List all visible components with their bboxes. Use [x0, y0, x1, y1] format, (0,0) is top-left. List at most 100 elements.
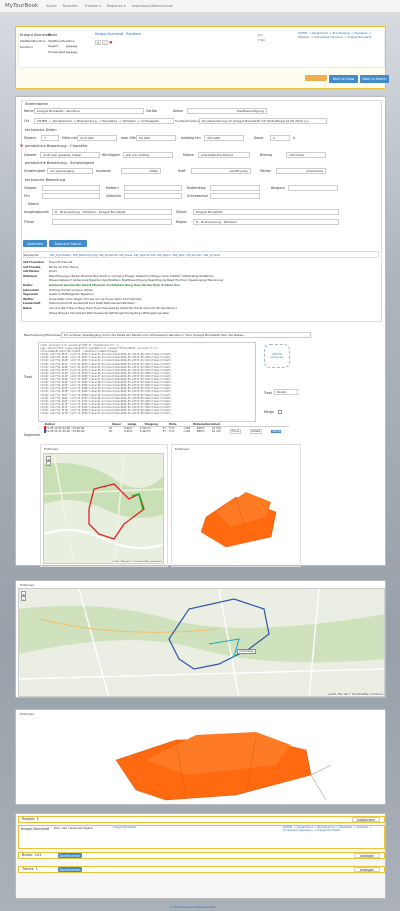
gletscher-field[interactable]: [124, 193, 182, 199]
region-link[interactable]: Kriegut Bornstedt: [113, 826, 136, 829]
label-firn: Firn: [24, 194, 30, 198]
label-segments: Segmente: [24, 433, 41, 437]
label-trackselect: Track: [264, 391, 273, 395]
tracks-durchsuchen-button[interactable]: Durchsuchen: [58, 867, 82, 872]
region-path[interactable]: OSTEN -> Deutschland -> Brandenburg -> H…: [283, 826, 378, 833]
nav-item-regionen[interactable]: Regionen ▾: [107, 4, 126, 8]
nav-item-favoriten[interactable]: Favoriten: [63, 4, 79, 8]
heart-icon[interactable]: ♥: [109, 40, 113, 45]
zoom-out-button[interactable]: −: [46, 461, 51, 466]
label-motive: Motive: [183, 153, 194, 157]
bilder-heading: Bilder: 101: [22, 853, 42, 857]
gesamt-select[interactable]: muß man gesehen haben: [40, 152, 100, 158]
label-mental: Mental: [260, 169, 271, 173]
klettern-field[interactable]: [124, 185, 182, 191]
label-klettersteig: Klettersteig: [187, 186, 206, 190]
back-to-search-button[interactable]: Back to Search: [360, 75, 389, 83]
h-schw: persönliche Bewertung - Schwierigkeit: [25, 161, 95, 165]
summary-path[interactable]: OSTEN -> Deutschland -> Brandenburg -> H…: [298, 32, 380, 39]
motive-select[interactable]: phantastische Motive: [198, 152, 250, 158]
action-icons: [305, 75, 327, 81]
ziel-field[interactable]: Kriegut Bornstedt: [193, 209, 339, 215]
label-dauer: Dauer: [254, 136, 264, 140]
label-keywords: Keywords: [24, 252, 39, 257]
bildung-select[interactable]: informativ: [286, 152, 326, 158]
firn-field[interactable]: [42, 193, 100, 199]
rating-stars-2: ●●●●●: [66, 51, 78, 54]
bergtour-field[interactable]: [288, 185, 338, 191]
fullscreen-link[interactable]: FullScreen: [44, 447, 58, 451]
desc-field[interactable]: Ein schöner Spaziergang durch die Parks …: [61, 332, 311, 338]
focus-button[interactable]: Focus: [229, 429, 242, 434]
label-track: Track: [24, 375, 33, 379]
bilder-anzeigen-button[interactable]: anzeigen: [354, 853, 380, 858]
gpx-code-field[interactable]: <?xml version="1.0" encoding="UTF-8" sta…: [38, 342, 256, 422]
label-dist: Distanz: [24, 136, 36, 140]
map-large[interactable]: Ab Einstieg + − Leaflet | Map data © Ope…: [18, 588, 385, 697]
schw-select[interactable]: ein Spaziergang: [47, 168, 93, 174]
start-marker[interactable]: Ab Einstieg: [237, 649, 256, 654]
label-klettern: Klettern: [106, 186, 119, 190]
info-icon[interactable]: ⓘ: [102, 40, 108, 45]
save-and-search-button[interactable]: Save and Search: [49, 240, 87, 247]
ausg-field[interactable]: D - Brandenburg - Potsdam - Kriegut Born…: [52, 209, 172, 215]
region-name: Kriegut Bornstedt: [21, 827, 50, 831]
ausblenden-button[interactable]: ausblenden: [352, 817, 380, 822]
merge-button[interactable]: Merge: [271, 430, 282, 433]
summary-name: Kriegut Bornstedt: [20, 33, 52, 37]
nav-item-suche[interactable]: Suche: [46, 4, 56, 8]
keywords-field[interactable]: KW_Architektur, KW_Besichtigung, KW_Denk…: [50, 253, 220, 257]
hmax-field[interactable]: 59 GPX: [136, 135, 176, 141]
zoom-out-button[interactable]: −: [21, 596, 26, 601]
h-pers: persönliche Bewertung - Charakter: [25, 144, 88, 148]
rating-stars: ●●●●●: [66, 45, 78, 48]
label-ausdauer: Ausdauer: [96, 169, 112, 173]
h-stammdaten: Stammdaten: [25, 102, 49, 106]
ort-field[interactable]: OSTEN -> Deutschland -> Brandenburg -> H…: [34, 118, 174, 124]
aktion-select[interactable]: Stadtbesichtigung: [187, 108, 267, 114]
search-icon[interactable]: ⚲: [95, 40, 101, 45]
klettersteig-field[interactable]: [210, 185, 260, 191]
region-panel: Region: 1 ausblenden Kriegut Bornstedt P…: [15, 813, 386, 899]
speichern-button[interactable]: Speichern: [23, 240, 47, 247]
route-select[interactable]: Route: [274, 389, 298, 395]
region-field[interactable]: D - Brandenburg - Potsdam: [193, 219, 339, 225]
label-region: Region: [176, 220, 187, 224]
hmin-field[interactable]: 12,6 GPX: [77, 135, 117, 141]
dauer-field[interactable]: 2: [270, 135, 290, 141]
map-small[interactable]: + − Leaflet | Map data © OpenStreetMap c…: [43, 453, 164, 564]
name-field[interactable]: Kriegut Bornstedt - Rundtour: [34, 108, 144, 114]
footer[interactable]: © 2016 Impressum/Datenschutz: [170, 905, 216, 909]
h-tech: technische Daten: [25, 128, 57, 132]
fullscreen-link[interactable]: FullScreen: [20, 712, 34, 716]
ausdauer-select[interactable]: mittel: [121, 168, 161, 174]
label-bergtour: Bergtour: [271, 186, 285, 190]
kraft-select[interactable]: schafft jeder: [191, 168, 251, 174]
dist-field[interactable]: 7: [41, 135, 59, 141]
mental-select[interactable]: problemlos: [276, 168, 326, 174]
nav-item-impressum[interactable]: Impressum/Datenschutz: [132, 4, 173, 8]
tech-gesamt-field[interactable]: [42, 185, 100, 191]
wichtig-select[interactable]: war mir wichtig: [123, 152, 173, 158]
fullscreen-link[interactable]: FullScreen: [20, 583, 34, 587]
label-gesamt: Gesamt: [24, 153, 37, 157]
summary-km: 7 km: [258, 38, 266, 42]
map-attribution: Leaflet | Map data © OpenStreetMap contr…: [328, 693, 383, 696]
back-to-show-button[interactable]: Back to Show: [329, 75, 358, 83]
bilder-durchsuchen-button[interactable]: Durchsuchen: [58, 853, 82, 858]
brand[interactable]: MyTourBook: [5, 3, 38, 9]
tracks-anzeigen-button[interactable]: anzeigen: [354, 867, 380, 872]
segment-row: 21.05.10 21:30:00 - 23:26:00 2h 6,4km 3,4km…: [45, 429, 289, 434]
fullscreen-link[interactable]: FullScreen: [175, 447, 189, 451]
nav-item-themen[interactable]: Themen ▾: [84, 4, 101, 8]
fuehrer-field[interactable]: [52, 219, 172, 225]
merge-checkbox[interactable]: [278, 410, 282, 414]
delete-button[interactable]: Delete: [249, 429, 263, 434]
kw-row: Wiese Berguld Strandwald Wald Seelandsch…: [49, 310, 170, 315]
auf-field[interactable]: 320 GPX: [204, 135, 244, 141]
summary-link[interactable]: Kriegut Bornstedt - Rundtour: [95, 32, 141, 36]
schneeschuh-field[interactable]: [210, 193, 260, 199]
tourdesc-field[interactable]: Rundwanderung um Kriegut Bornstedt mit H…: [199, 118, 327, 124]
gpx-upload-box[interactable]: GPX-File einsenden: [264, 344, 290, 368]
summary-dist: 2 h: [258, 33, 263, 37]
